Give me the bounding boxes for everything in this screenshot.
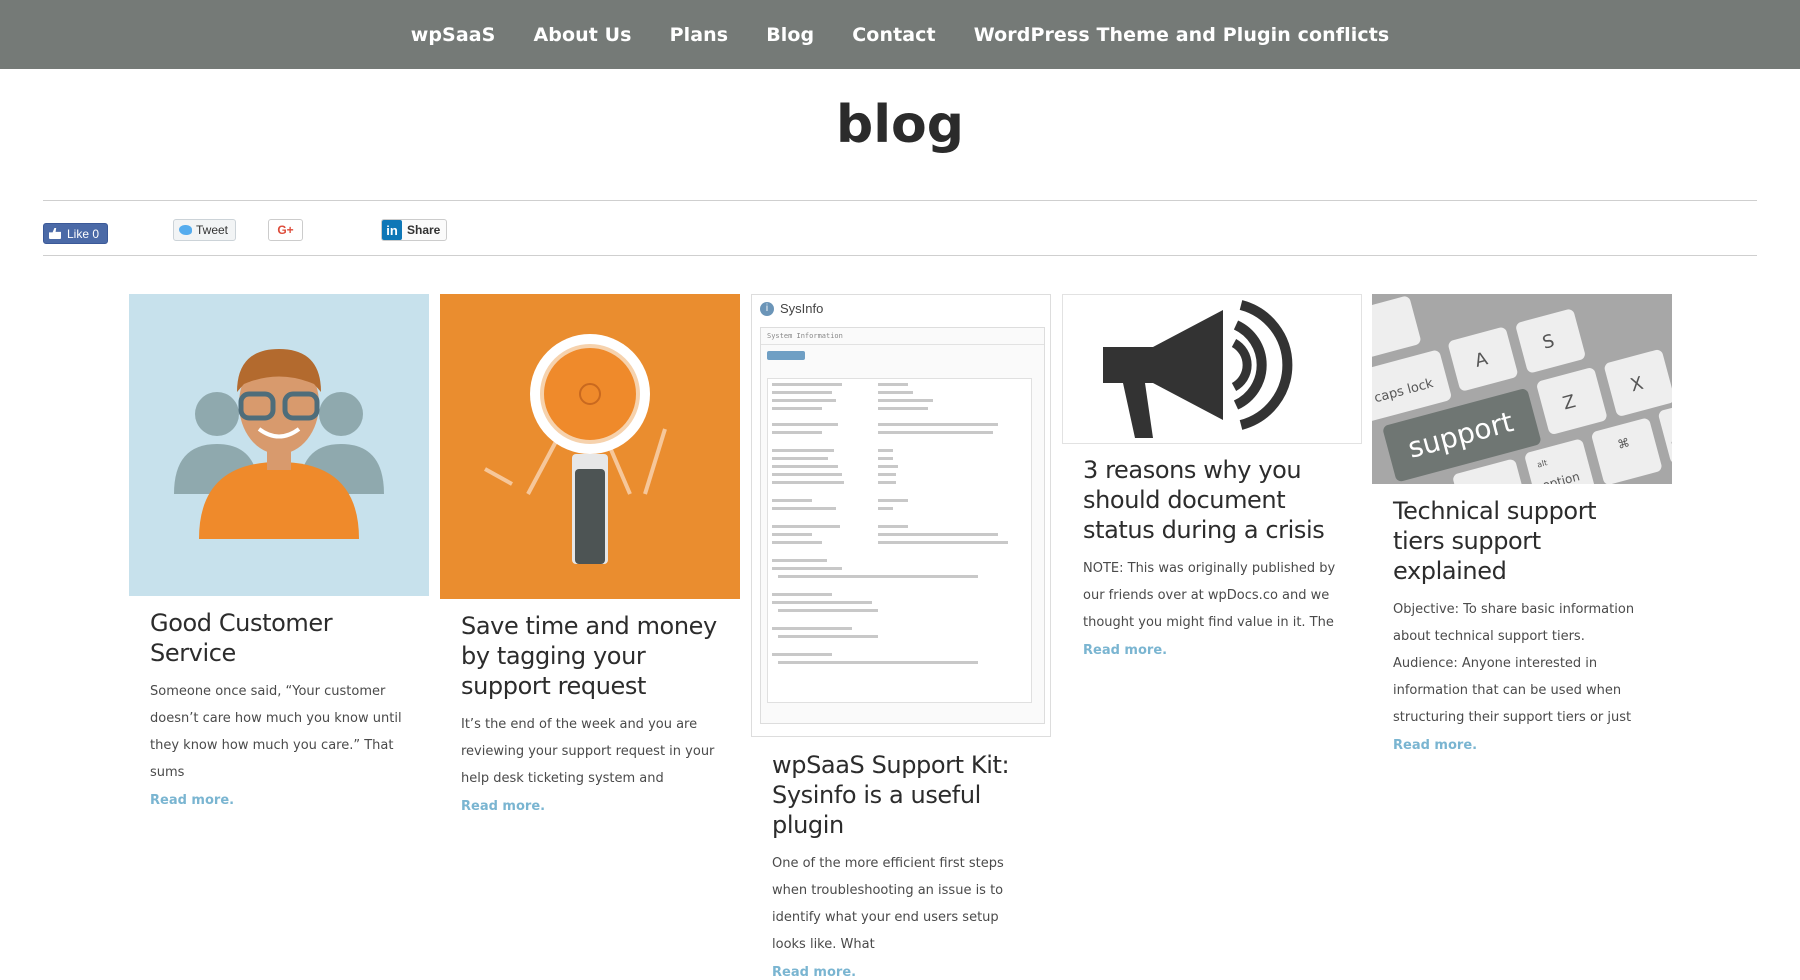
- nav-about-us[interactable]: About Us: [533, 24, 631, 46]
- linkedin-icon: in: [382, 220, 402, 240]
- thumbs-up-icon: [49, 228, 61, 239]
- sysinfo-action-button: [767, 351, 805, 360]
- post-excerpt: One of the more efficient first steps wh…: [772, 856, 1004, 952]
- sysinfo-header: i SysInfo: [752, 295, 1050, 322]
- blog-post-card: i SysInfo System Information wpSaaS Supp…: [751, 294, 1051, 980]
- blog-post-card: caps lock A S support Z X control option…: [1372, 294, 1672, 753]
- divider-bottom: [43, 255, 1757, 256]
- read-more-link[interactable]: Read more.: [150, 793, 408, 808]
- top-navigation: wpSaaS About Us Plans Blog Contact WordP…: [0, 0, 1800, 69]
- magnifying-glass-image[interactable]: [440, 294, 740, 599]
- customer-service-avatar-icon: [174, 349, 384, 539]
- megaphone-image[interactable]: [1062, 294, 1362, 444]
- sysinfo-subheader: System Information: [761, 328, 1044, 345]
- sysinfo-header-label: SysInfo: [780, 301, 824, 316]
- magnifying-glass-icon: [484, 334, 667, 564]
- tweet-button[interactable]: Tweet: [173, 219, 236, 241]
- post-excerpt: Objective: To share basic information ab…: [1393, 602, 1635, 725]
- sysinfo-screenshot: i SysInfo System Information: [751, 294, 1051, 737]
- tweet-label: Tweet: [196, 223, 229, 237]
- post-excerpt: NOTE: This was originally published by o…: [1083, 561, 1336, 630]
- post-title[interactable]: Technical support tiers support explaine…: [1393, 496, 1651, 586]
- nav-wpsaas[interactable]: wpSaaS: [411, 24, 496, 46]
- info-icon: i: [760, 301, 774, 316]
- post-title[interactable]: Good Customer Service: [150, 608, 408, 668]
- post-title[interactable]: wpSaaS Support Kit: Sysinfo is a useful …: [772, 750, 1030, 840]
- twitter-bird-icon: [179, 225, 192, 235]
- google-plus-button[interactable]: G+: [268, 219, 303, 241]
- keyboard-icon: caps lock A S support Z X control option…: [1372, 294, 1672, 484]
- read-more-link[interactable]: Read more.: [1393, 738, 1651, 753]
- facebook-like-button[interactable]: Like 0: [43, 223, 108, 244]
- linkedin-share-button[interactable]: in Share: [381, 219, 447, 241]
- read-more-link[interactable]: Read more.: [461, 799, 719, 814]
- page-title: blog: [836, 95, 964, 155]
- nav-plans[interactable]: Plans: [670, 24, 729, 46]
- post-excerpt: It’s the end of the week and you are rev…: [461, 717, 715, 786]
- blog-post-card: Good Customer Service Someone once said,…: [129, 294, 429, 808]
- read-more-link[interactable]: Read more.: [772, 965, 1030, 980]
- nav-contact[interactable]: Contact: [852, 24, 935, 46]
- blog-post-card: Save time and money by tagging your supp…: [440, 294, 740, 814]
- support-keyboard-image[interactable]: caps lock A S support Z X control option…: [1372, 294, 1672, 484]
- nav-blog[interactable]: Blog: [766, 24, 814, 46]
- read-more-link[interactable]: Read more.: [1083, 643, 1341, 658]
- post-excerpt: Someone once said, “Your customer doesn’…: [150, 684, 402, 780]
- blog-post-card: 3 reasons why you should document status…: [1062, 294, 1362, 658]
- divider-top: [43, 200, 1757, 201]
- megaphone-icon: [1103, 300, 1293, 438]
- sysinfo-screenshot-image[interactable]: i SysInfo System Information: [751, 294, 1051, 737]
- post-title[interactable]: Save time and money by tagging your supp…: [461, 611, 719, 701]
- gplus-label: G+: [277, 223, 294, 237]
- customer-service-image[interactable]: [129, 294, 429, 596]
- nav-theme-plugin-conflicts[interactable]: WordPress Theme and Plugin conflicts: [974, 24, 1390, 46]
- post-title[interactable]: 3 reasons why you should document status…: [1083, 455, 1341, 545]
- like-label: Like 0: [67, 226, 100, 241]
- sysinfo-text-area: [767, 378, 1032, 703]
- share-label: Share: [407, 223, 441, 237]
- sysinfo-panel: System Information: [760, 327, 1045, 724]
